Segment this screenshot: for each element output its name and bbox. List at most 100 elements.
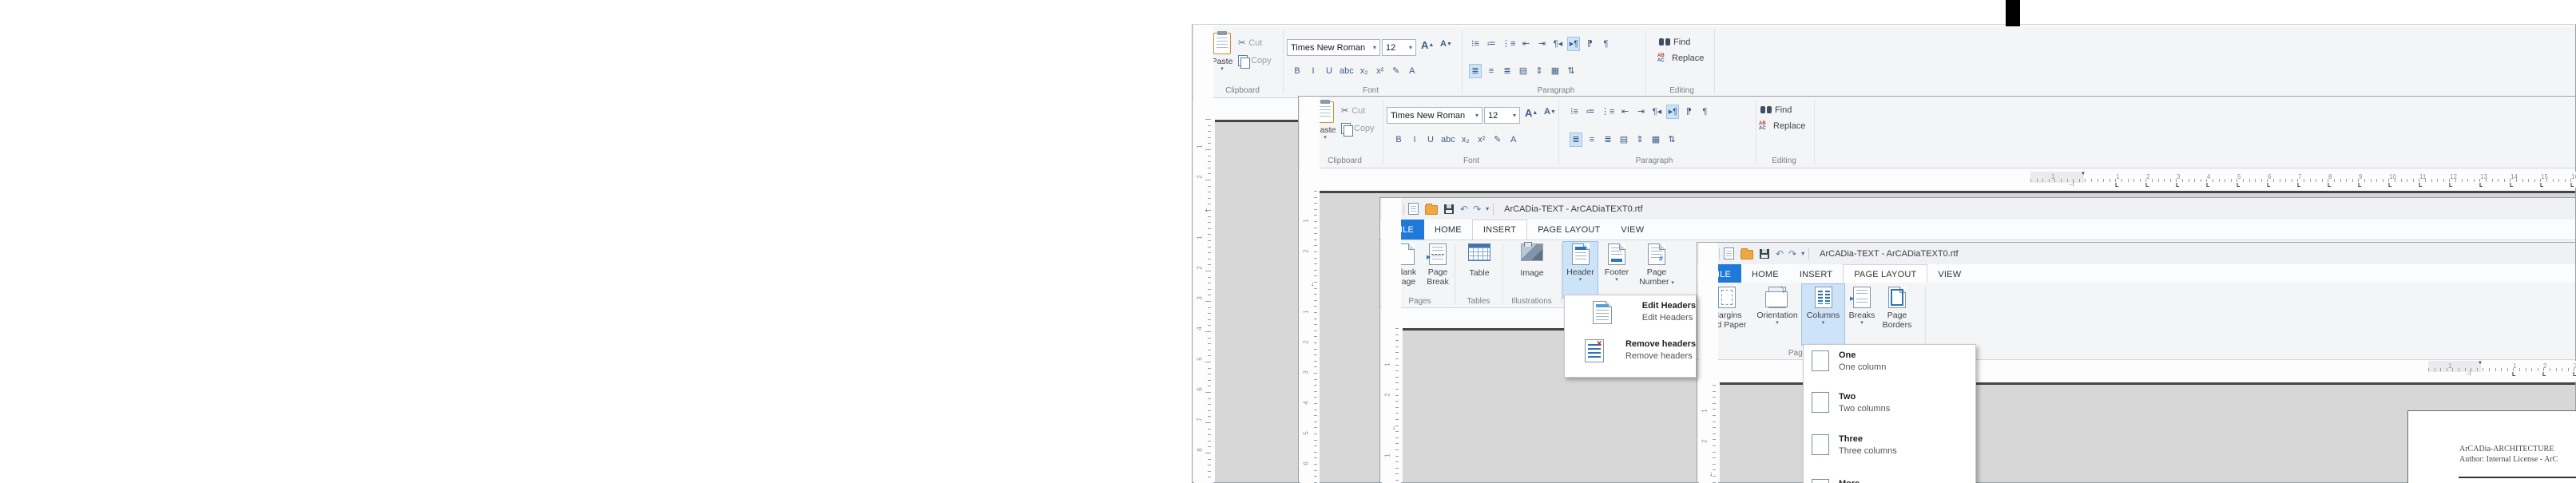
font-family-combo[interactable]: Times New Roman▾	[1387, 107, 1482, 124]
format-toggle-icon[interactable]: ≣	[1470, 65, 1481, 77]
columns-button[interactable]: Columns ▾	[1802, 284, 1844, 345]
tab-view[interactable]: VIEW	[1610, 220, 1654, 240]
format-toggle-icon[interactable]: ≔	[1585, 105, 1596, 118]
format-toggle-icon[interactable]: ⁝≡	[1569, 105, 1580, 118]
format-toggle-icon[interactable]: ¶	[1600, 38, 1611, 50]
undo-icon[interactable]: ↶	[1776, 249, 1784, 259]
footer-button[interactable]: Footer ▾	[1602, 243, 1632, 296]
format-toggle-icon[interactable]: x²	[1375, 65, 1386, 77]
tab-home[interactable]: HOME	[1741, 264, 1789, 284]
save-icon[interactable]	[1760, 249, 1769, 259]
format-toggle-icon[interactable]: x₂	[1359, 65, 1370, 77]
format-toggle-icon[interactable]: B	[1393, 133, 1404, 146]
format-toggle-icon[interactable]: ▸¶	[1667, 105, 1678, 118]
find-button[interactable]: Find	[1659, 38, 1690, 47]
format-toggle-icon[interactable]: ⁋	[1683, 105, 1694, 118]
tab-page-layout[interactable]: PAGE LAYOUT	[1843, 264, 1927, 284]
orientation-button[interactable]: ⤵ Orientation ▾	[1755, 287, 1800, 344]
format-toggle-icon[interactable]: ⋮≡	[1601, 105, 1614, 118]
format-toggle-icon[interactable]: ≣	[1570, 133, 1582, 146]
page-break-button[interactable]: ▶ Page Break	[1423, 243, 1453, 296]
document-page[interactable]: ArCADia-ARCHITECTURE Author: Internal Li…	[2407, 410, 2576, 483]
tab-view[interactable]: VIEW	[1927, 264, 1971, 284]
font-size-combo[interactable]: 12▾	[1484, 107, 1520, 124]
format-toggle-icon[interactable]: x²	[1476, 133, 1487, 146]
tab-home[interactable]: HOME	[1424, 220, 1472, 240]
format-toggle-icon[interactable]: ¶◂	[1651, 105, 1662, 118]
format-toggle-icon[interactable]: ≣	[1602, 133, 1613, 146]
format-toggle-icon[interactable]: x₂	[1460, 133, 1471, 146]
format-toggle-icon[interactable]: ⁋	[1584, 38, 1595, 50]
table-button[interactable]: Table	[1464, 243, 1494, 296]
format-toggle-icon[interactable]: ≔	[1486, 38, 1497, 50]
format-toggle-icon[interactable]: A	[1508, 133, 1519, 146]
format-toggle-icon[interactable]: I	[1409, 133, 1420, 146]
format-toggle-icon[interactable]: ⇤	[1619, 105, 1630, 118]
format-toggle-icon[interactable]: ⇅	[1666, 133, 1677, 146]
header-button[interactable]: Header ▾	[1563, 242, 1598, 298]
format-toggle-icon[interactable]: ✎	[1492, 133, 1503, 146]
format-toggle-icon[interactable]: ⇥	[1635, 105, 1646, 118]
copy-button[interactable]: Copy	[1238, 55, 1272, 66]
menu-item-remove-headers[interactable]: ✕ Remove headers Remove headers	[1565, 339, 1696, 371]
redo-icon[interactable]: ↷	[1473, 204, 1481, 214]
redo-icon[interactable]: ↷	[1788, 249, 1796, 259]
format-toggle-icon[interactable]: U	[1324, 65, 1335, 77]
format-toggle-icon[interactable]: ▦	[1650, 133, 1661, 146]
format-toggle-icon[interactable]: B	[1292, 65, 1303, 77]
replace-button[interactable]: ABAC Replace	[1657, 53, 1704, 63]
format-toggle-icon[interactable]: ▤	[1618, 133, 1629, 146]
format-toggle-icon[interactable]: ⇕	[1534, 65, 1545, 77]
format-toggle-icon[interactable]: abc	[1340, 65, 1354, 77]
quick-access-dropdown-icon[interactable]: ▾	[1486, 205, 1489, 212]
page-number-button[interactable]: # PageNumber ▾	[1635, 243, 1678, 296]
copy-button[interactable]: Copy	[1341, 123, 1375, 134]
save-icon[interactable]	[1444, 204, 1454, 214]
menu-item-edit-headers[interactable]: Edit Headers Edit Headers	[1565, 301, 1696, 333]
format-toggle-icon[interactable]: ≡	[1586, 133, 1598, 146]
shrink-font-button[interactable]: A▼	[1440, 39, 1452, 49]
format-toggle-icon[interactable]: I	[1308, 65, 1319, 77]
open-folder-icon[interactable]	[1425, 205, 1438, 215]
shrink-font-button[interactable]: A▼	[1544, 107, 1556, 117]
menu-item-two-columns[interactable]: Two Two columns	[1804, 392, 1975, 426]
cut-button[interactable]: ✂Cut	[1341, 105, 1365, 116]
grow-font-button[interactable]: A▲	[1525, 107, 1538, 119]
breaks-button[interactable]: ▶ Breaks ▾	[1848, 287, 1876, 344]
grow-font-button[interactable]: A▲	[1421, 39, 1434, 51]
format-toggle-icon[interactable]: ¶	[1699, 105, 1710, 118]
format-toggle-icon[interactable]: ⇤	[1520, 38, 1531, 50]
replace-button[interactable]: ABAC Replace	[1759, 121, 1805, 131]
format-toggle-icon[interactable]: ⇕	[1634, 133, 1645, 146]
menu-item-one-column[interactable]: One One column	[1804, 350, 1975, 384]
font-family-combo[interactable]: Times New Roman▾	[1287, 39, 1380, 56]
new-document-icon[interactable]	[1408, 203, 1419, 215]
format-toggle-icon[interactable]: ⁝≡	[1470, 38, 1481, 50]
format-toggle-icon[interactable]: ✎	[1391, 65, 1402, 77]
format-toggle-icon[interactable]: ≣	[1502, 65, 1513, 77]
new-document-icon[interactable]	[1724, 247, 1734, 259]
format-toggle-icon[interactable]: ▦	[1550, 65, 1561, 77]
format-toggle-icon[interactable]: abc	[1441, 133, 1455, 146]
font-size-combo[interactable]: 12▾	[1382, 39, 1416, 56]
format-toggle-icon[interactable]: ▤	[1518, 65, 1529, 77]
format-toggle-icon[interactable]: ⋮≡	[1502, 38, 1515, 50]
tab-insert[interactable]: INSERT	[1472, 220, 1527, 240]
format-toggle-icon[interactable]: ⇅	[1566, 65, 1577, 77]
format-toggle-icon[interactable]: ⇥	[1536, 38, 1547, 50]
image-button[interactable]: Image	[1517, 243, 1547, 296]
w3-titlebar[interactable]: ↶ ↷ ▾ ArCADia-TEXT - ArCADiaTEXT0.rtf	[1380, 198, 2575, 220]
format-toggle-icon[interactable]: A	[1407, 65, 1418, 77]
w4-titlebar[interactable]: ↶ ↷ ▾ ArCADia-TEXT - ArCADiaTEXT0.rtf	[1697, 243, 2575, 264]
format-toggle-icon[interactable]: ¶◂	[1552, 38, 1563, 50]
tab-page-layout[interactable]: PAGE LAYOUT	[1527, 220, 1610, 240]
format-toggle-icon[interactable]: ≡	[1486, 65, 1497, 77]
tab-insert[interactable]: INSERT	[1789, 264, 1843, 284]
menu-item-more-columns[interactable]: More	[1804, 479, 1975, 483]
page-borders-button[interactable]: PageBorders	[1879, 287, 1915, 344]
undo-icon[interactable]: ↶	[1460, 204, 1468, 214]
cut-button[interactable]: ✂Cut	[1238, 38, 1262, 48]
menu-item-three-columns[interactable]: Three Three columns	[1804, 434, 1975, 468]
open-folder-icon[interactable]	[1740, 250, 1753, 259]
format-toggle-icon[interactable]: ▸¶	[1568, 38, 1579, 50]
